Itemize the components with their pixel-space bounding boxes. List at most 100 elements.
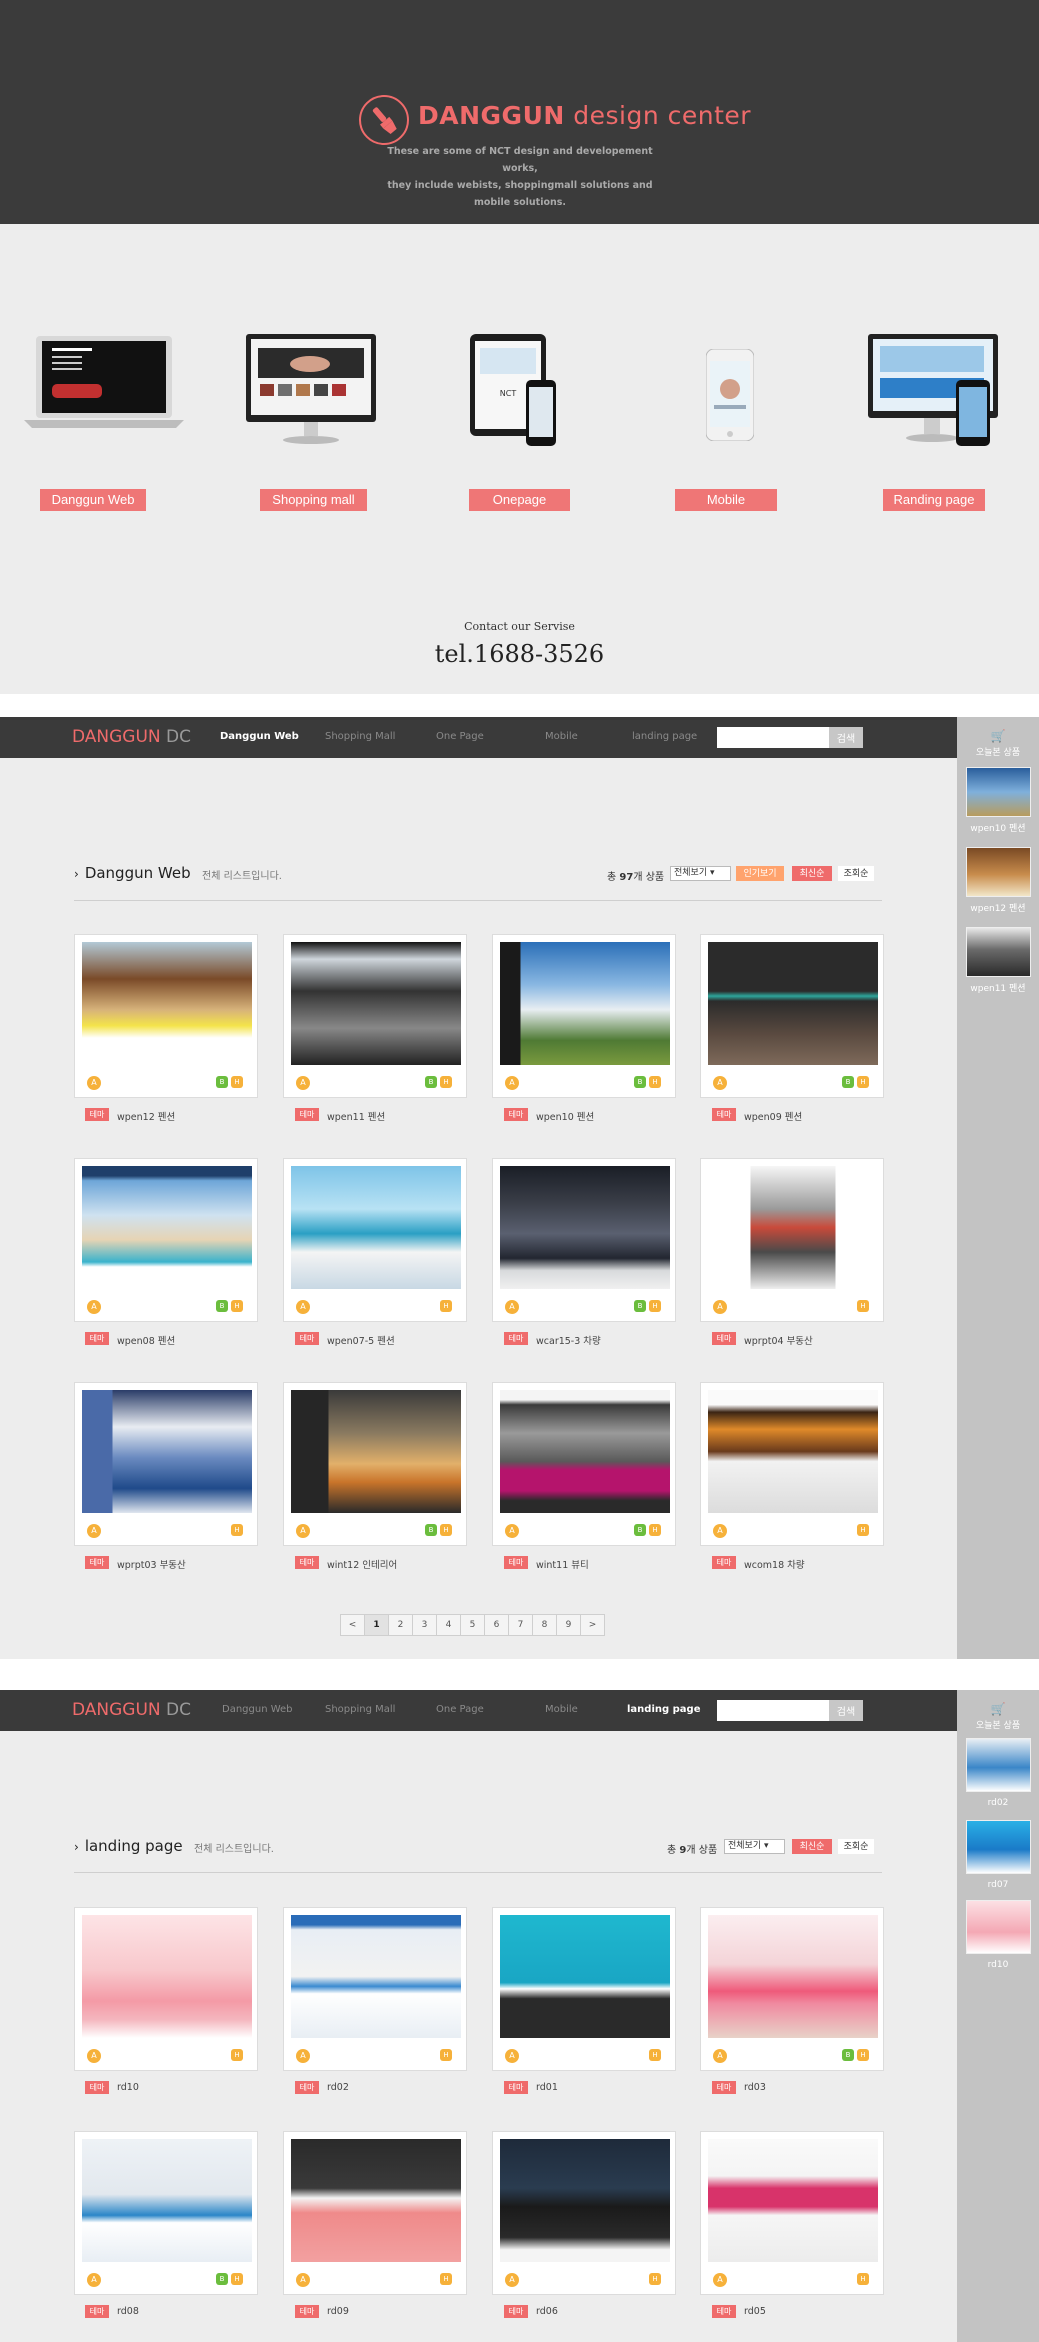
service-button-shopping-mall[interactable]: Shopping mall [260, 489, 367, 511]
service-button-mobile[interactable]: Mobile [675, 489, 777, 511]
product-card[interactable]: A B H [74, 934, 258, 1098]
recent-label-2[interactable]: wpen12 펜션 [957, 901, 1039, 914]
product-name[interactable]: wint11 뷰티 [536, 1557, 589, 1571]
recent-thumb-1[interactable] [966, 767, 1031, 817]
recent-label-3[interactable]: wpen11 펜션 [957, 981, 1039, 994]
product-thumbnail [291, 1166, 461, 1289]
badge-h-icon: H [857, 1524, 869, 1536]
recent-thumb-3[interactable] [966, 1900, 1031, 1954]
product-name[interactable]: wcar15-3 차량 [536, 1333, 601, 1347]
product-card[interactable]: A B H [700, 1907, 884, 2071]
service-button-randing-page[interactable]: Randing page [883, 489, 985, 511]
filter-select[interactable]: 전체보기 ▾ [724, 1839, 785, 1854]
product-name[interactable]: wpen07-5 펜션 [327, 1333, 395, 1347]
product-card[interactable]: A H [283, 1907, 467, 2071]
product-card[interactable]: A B H [283, 1382, 467, 1546]
nav-logo[interactable]: DANGGUN DC [72, 1700, 191, 1720]
product-card[interactable]: A H [492, 1907, 676, 2071]
product-name[interactable]: rd08 [117, 2306, 139, 2317]
product-thumbnail [500, 942, 670, 1065]
product-name[interactable]: wpen08 펜션 [117, 1333, 175, 1347]
contact-phone[interactable]: tel.1688-3526 [0, 640, 1039, 668]
product-thumbnail [82, 1390, 252, 1513]
recent-thumb-2[interactable] [966, 847, 1031, 897]
page-5-button[interactable]: 5 [460, 1614, 485, 1636]
product-name[interactable]: rd09 [327, 2306, 349, 2317]
page-2-button[interactable]: 2 [388, 1614, 413, 1636]
product-card[interactable]: A B H [283, 934, 467, 1098]
product-card[interactable]: A H [700, 1382, 884, 1546]
nav-logo[interactable]: DANGGUN DC [72, 727, 191, 747]
product-card[interactable]: A B H [492, 934, 676, 1098]
product-name[interactable]: rd01 [536, 2082, 558, 2093]
search-button[interactable]: 검색 [829, 1700, 863, 1721]
recent-label-1[interactable]: rd02 [957, 1798, 1039, 1808]
product-name[interactable]: wprpt03 부동산 [117, 1557, 186, 1571]
recent-label-3[interactable]: rd10 [957, 1960, 1039, 1970]
product-name[interactable]: wprpt04 부동산 [744, 1333, 813, 1347]
product-name[interactable]: wint12 인테리어 [327, 1557, 397, 1571]
nav-item-one-page[interactable]: One Page [436, 731, 484, 742]
product-name[interactable]: rd10 [117, 2082, 139, 2093]
recent-thumb-3[interactable] [966, 927, 1031, 977]
nav-item-danggun-web[interactable]: Danggun Web [220, 731, 299, 742]
nav-item-landing-page[interactable]: landing page [632, 731, 697, 742]
nav-item-landing-page[interactable]: landing page [627, 1704, 701, 1715]
nav-item-shopping-mall[interactable]: Shopping Mall [325, 1704, 395, 1715]
product-card[interactable]: A H [700, 1158, 884, 1322]
product-name[interactable]: rd06 [536, 2306, 558, 2317]
search-input[interactable] [717, 1700, 829, 1721]
nav-item-one-page[interactable]: One Page [436, 1704, 484, 1715]
recent-thumb-2[interactable] [966, 1820, 1031, 1874]
page-1-button[interactable]: 1 [364, 1614, 389, 1636]
page-9-button[interactable]: 9 [556, 1614, 581, 1636]
product-card[interactable]: A H [283, 1158, 467, 1322]
sort-latest-button[interactable]: 최신순 [792, 866, 832, 881]
product-card[interactable]: A B H [74, 2131, 258, 2295]
product-card[interactable]: A H [74, 1907, 258, 2071]
page-next-button[interactable]: > [580, 1614, 605, 1636]
product-count: 총 97개 상품 [607, 872, 665, 883]
service-button-danggun-web[interactable]: Danggun Web [40, 489, 146, 511]
page-6-button[interactable]: 6 [484, 1614, 509, 1636]
recent-thumb-1[interactable] [966, 1738, 1031, 1792]
product-name[interactable]: rd03 [744, 2082, 766, 2093]
sort-latest-button[interactable]: 최신순 [792, 1839, 832, 1854]
page-7-button[interactable]: 7 [508, 1614, 533, 1636]
product-card[interactable]: A H [700, 2131, 884, 2295]
sort-views-button[interactable]: 조회순 [838, 1839, 874, 1854]
product-card[interactable]: A H [283, 2131, 467, 2295]
page-4-button[interactable]: 4 [436, 1614, 461, 1636]
badge-h-icon: H [440, 2273, 452, 2285]
product-name[interactable]: rd05 [744, 2306, 766, 2317]
sort-popular-button[interactable]: 인기보기 [736, 866, 784, 881]
product-name[interactable]: wpen11 펜션 [327, 1109, 385, 1123]
filter-select[interactable]: 전체보기 ▾ [670, 866, 731, 881]
nav-item-danggun-web[interactable]: Danggun Web [222, 1704, 293, 1715]
recent-label-1[interactable]: wpen10 펜션 [957, 821, 1039, 834]
product-card[interactable]: A H [74, 1382, 258, 1546]
product-name[interactable]: wpen09 펜션 [744, 1109, 802, 1123]
nav-item-shopping-mall[interactable]: Shopping Mall [325, 731, 395, 742]
page-prev-button[interactable]: < [340, 1614, 365, 1636]
product-card[interactable]: A B H [700, 934, 884, 1098]
product-card[interactable]: A B H [74, 1158, 258, 1322]
badge-a-icon: A [505, 2049, 519, 2063]
product-name[interactable]: wpen10 펜션 [536, 1109, 594, 1123]
page-8-button[interactable]: 8 [532, 1614, 557, 1636]
page-3-button[interactable]: 3 [412, 1614, 437, 1636]
nav-item-mobile[interactable]: Mobile [545, 1704, 578, 1715]
nav-item-mobile[interactable]: Mobile [545, 731, 578, 742]
sort-views-button[interactable]: 조회순 [838, 866, 874, 881]
product-card[interactable]: A H [492, 2131, 676, 2295]
badge-a-icon: A [296, 1076, 310, 1090]
product-card[interactable]: A B H [492, 1382, 676, 1546]
recent-label-2[interactable]: rd07 [957, 1880, 1039, 1890]
product-name[interactable]: rd02 [327, 2082, 349, 2093]
product-card[interactable]: A B H [492, 1158, 676, 1322]
product-name[interactable]: wcom18 차량 [744, 1557, 805, 1571]
product-name[interactable]: wpen12 펜션 [117, 1109, 175, 1123]
service-button-onepage[interactable]: Onepage [469, 489, 570, 511]
search-input[interactable] [717, 727, 829, 748]
search-button[interactable]: 검색 [829, 727, 863, 748]
